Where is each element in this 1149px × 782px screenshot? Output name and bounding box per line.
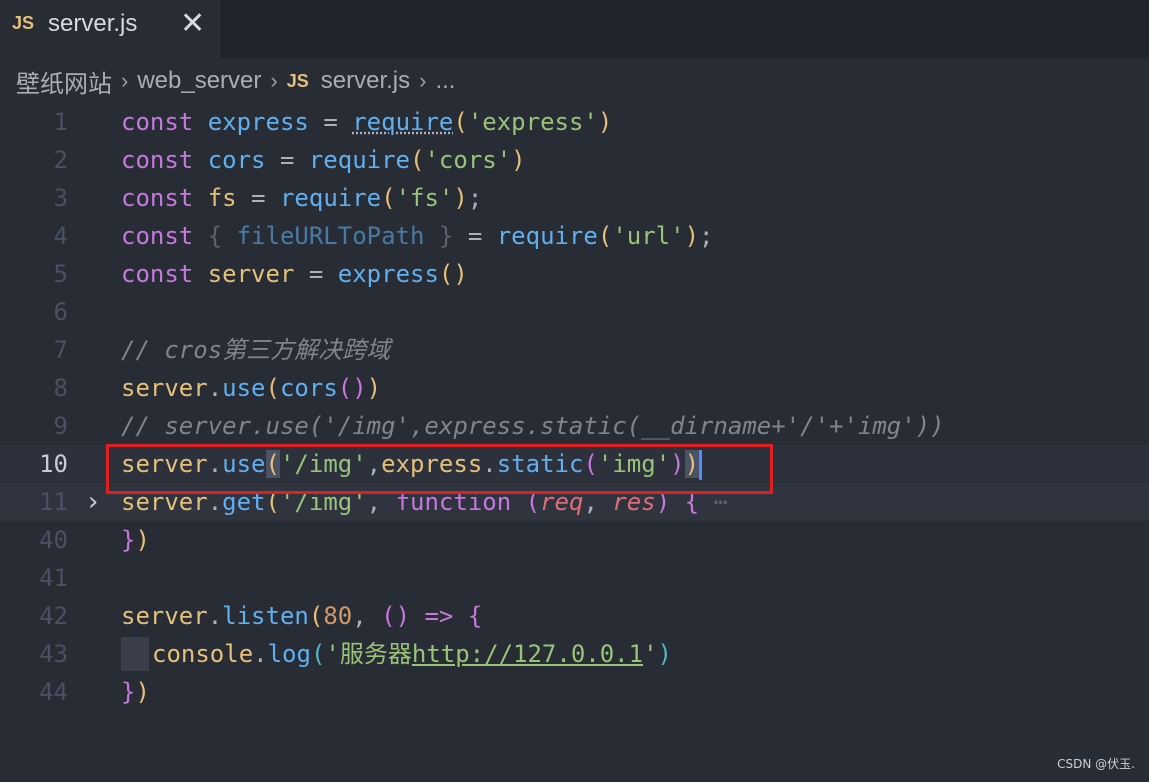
line-number: 4 xyxy=(53,222,68,250)
watermark: CSDN @伏玉. xyxy=(1057,757,1135,771)
code-line-44: 44 }) xyxy=(0,673,1149,711)
breadcrumb: 壁纸网站 › web_server › JS server.js › ... xyxy=(0,58,1149,104)
code-text[interactable]: const server = express() xyxy=(121,255,468,293)
code-line-1: 1 const express = require('express') xyxy=(0,103,1149,141)
code-line-8: 8 server.use(cors()) xyxy=(0,369,1149,407)
line-number: 6 xyxy=(53,298,68,326)
close-icon[interactable]: ✕ xyxy=(180,6,205,41)
chevron-right-icon: › xyxy=(419,68,427,93)
line-number: 7 xyxy=(53,336,68,364)
code-text[interactable]: server.listen(80, () => { xyxy=(121,597,482,635)
code-line-11: 11 › server.get('/img', function (req, r… xyxy=(0,483,1149,521)
chevron-right-icon: › xyxy=(270,68,278,93)
line-number: 2 xyxy=(53,146,68,174)
code-line-4: 4 const { fileURLToPath } = require('url… xyxy=(0,217,1149,255)
code-line-3: 3 const fs = require('fs'); xyxy=(0,179,1149,217)
line-number: 8 xyxy=(53,374,68,402)
line-number: 41 xyxy=(39,564,68,592)
line-number: 42 xyxy=(39,602,68,630)
code-text[interactable]: server.use('/img',express.static('img')) xyxy=(121,445,703,483)
text-cursor xyxy=(699,450,703,480)
line-number: 9 xyxy=(53,412,68,440)
javascript-file-icon: JS xyxy=(286,70,309,91)
code-text[interactable]: }) xyxy=(121,673,150,711)
code-text[interactable]: }) xyxy=(121,521,150,559)
line-number: 40 xyxy=(39,526,68,554)
url-link[interactable]: http://127.0.0.1 xyxy=(412,640,643,668)
fold-chevron-icon[interactable]: › xyxy=(88,483,98,521)
code-editor[interactable]: 1 const express = require('express') 2 c… xyxy=(0,103,1149,723)
code-comment[interactable]: // server.use('/img',express.static(__di… xyxy=(121,407,945,445)
code-line-10: 10 server.use('/img',express.static('img… xyxy=(0,445,1149,483)
breadcrumb-folder-web-server[interactable]: web_server xyxy=(137,67,261,95)
code-line-9: 9 // server.use('/img',express.static(__… xyxy=(0,407,1149,445)
breadcrumb-file-server-js[interactable]: server.js xyxy=(321,67,410,95)
code-line-43: 43 console.log('服务器http://127.0.0.1') xyxy=(0,635,1149,673)
code-line-41: 41 xyxy=(0,559,1149,597)
tab-bar: JS server.js ✕ xyxy=(0,0,1149,58)
line-number: 44 xyxy=(39,678,68,706)
code-line-40: 40 }) xyxy=(0,521,1149,559)
line-number: 43 xyxy=(39,640,68,668)
code-line-7: 7 // cros第三方解决跨域 xyxy=(0,331,1149,369)
code-line-6: 6 xyxy=(0,293,1149,331)
chevron-right-icon: › xyxy=(121,68,129,93)
line-number: 11 xyxy=(39,488,68,516)
code-line-2: 2 const cors = require('cors') xyxy=(0,141,1149,179)
code-text[interactable]: const fs = require('fs'); xyxy=(121,179,482,217)
line-number: 10 xyxy=(39,450,68,478)
line-number: 5 xyxy=(53,260,68,288)
breadcrumb-more[interactable]: ... xyxy=(435,67,455,95)
javascript-file-icon: JS xyxy=(12,13,35,33)
code-text[interactable]: const cors = require('cors') xyxy=(121,141,526,179)
tab-title: server.js xyxy=(48,10,138,37)
code-text[interactable]: console.log('服务器http://127.0.0.1') xyxy=(152,635,672,673)
code-text[interactable]: const { fileURLToPath } = require('url')… xyxy=(121,217,713,255)
code-comment[interactable]: // cros第三方解决跨域 xyxy=(121,331,390,369)
breadcrumb-folder-wallpaper-site[interactable]: 壁纸网站 xyxy=(16,64,112,99)
code-text[interactable]: server.get('/img', function (req, res) {… xyxy=(121,483,728,521)
line-number: 1 xyxy=(53,108,68,136)
code-line-42: 42 server.listen(80, () => { xyxy=(0,597,1149,635)
code-line-5: 5 const server = express() xyxy=(0,255,1149,293)
code-text[interactable]: const express = require('express') xyxy=(121,103,612,141)
indent-guide xyxy=(121,637,149,671)
line-number: 3 xyxy=(53,184,68,212)
tab-server-js[interactable]: JS server.js ✕ xyxy=(0,0,222,58)
code-text[interactable]: server.use(cors()) xyxy=(121,369,381,407)
folded-code-ellipsis[interactable]: ⋯ xyxy=(714,488,728,516)
